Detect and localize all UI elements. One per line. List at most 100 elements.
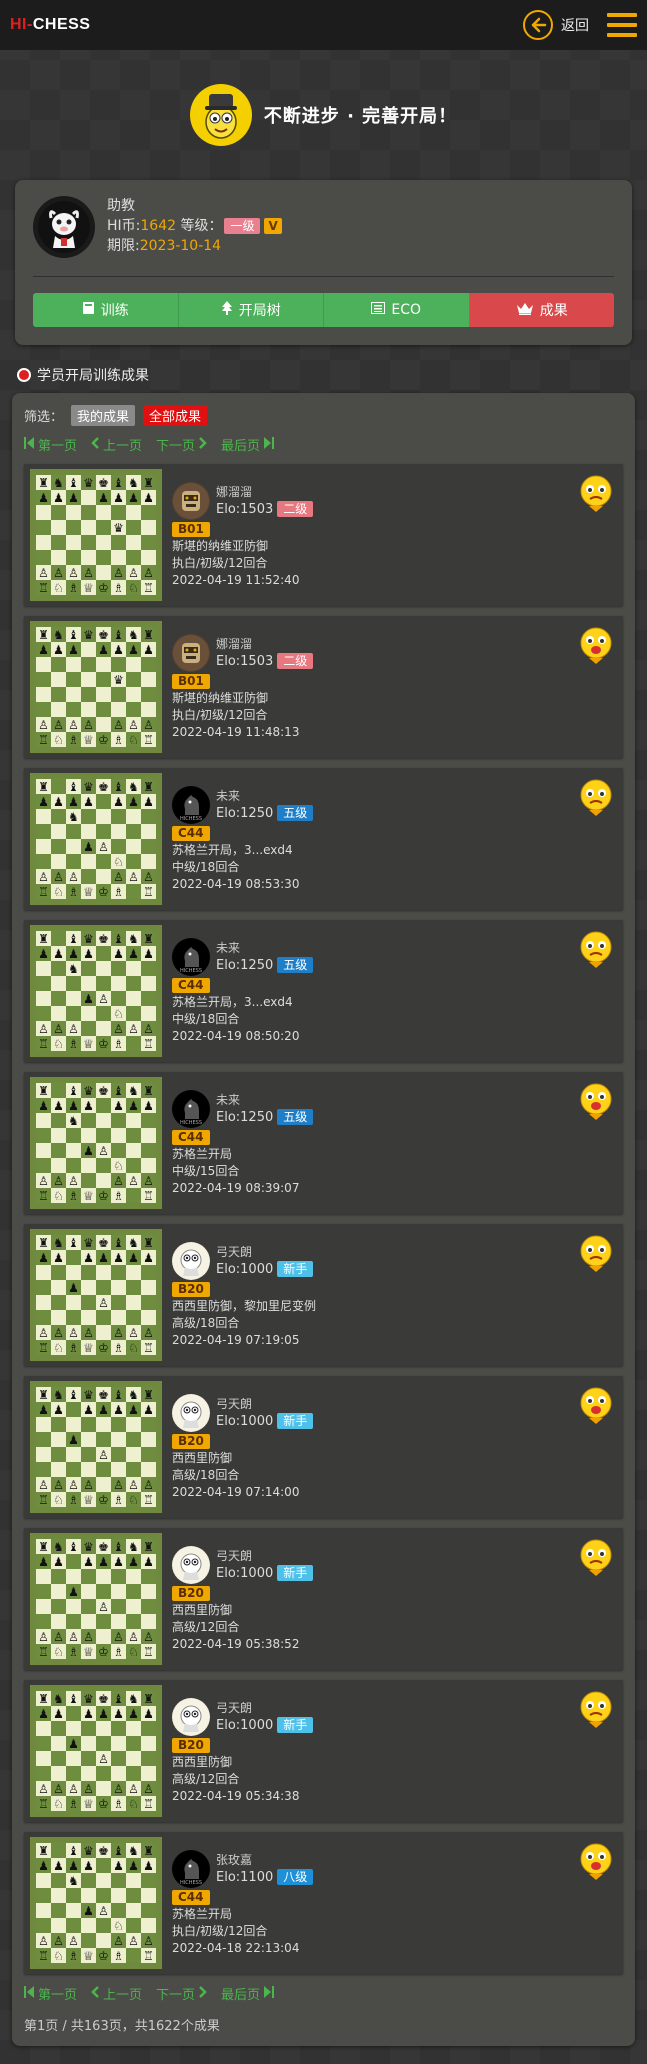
game-detail: 高级/18回合 (172, 1467, 240, 1482)
chess-board-thumbnail[interactable]: ♜ ♞ ♝ ♛ ♚ ♝ ♞ ♜ ♟ ♟ ♟ ♟ ♟ ♟ ♟ ♟ ♙ ♙ ♙ ♙ ♙ ♙ ♙ ♙ ♖ ♘ ♗ ♕ ♔ ♗ ♘ ♖ (30, 1229, 162, 1361)
board-square: ♙ (51, 717, 66, 732)
board-square (51, 1083, 66, 1098)
board-square (36, 687, 51, 702)
board-square (141, 1766, 156, 1781)
board-square (96, 1325, 111, 1340)
board-square (96, 854, 111, 869)
last-page-link-bottom[interactable]: 最后页 (221, 1984, 275, 2003)
board-square (141, 1599, 156, 1614)
filter-all-chip[interactable]: 全部成果 (143, 404, 208, 426)
board-square (36, 1721, 51, 1736)
board-square: ♔ (96, 1340, 111, 1355)
next-page-link-bottom[interactable]: 下一页 (156, 1984, 207, 2003)
board-square (81, 1873, 96, 1888)
first-page-link-bottom[interactable]: 第一页 (24, 1984, 77, 2003)
board-square (126, 1265, 141, 1280)
tab-opening-tree[interactable]: 开局树 (178, 293, 324, 327)
game-result-item[interactable]: ♜ ♞ ♝ ♛ ♚ ♝ ♞ ♜ ♟ ♟ ♟ ♟ ♟ ♟ ♟ ♟ ♙ ♙ ♙ ♙ ♙ ♙ ♙ ♙ ♖ ♘ ♗ ♕ ♔ ♗ ♘ ♖ 弓天朗 Elo… (24, 1680, 623, 1822)
board-square: ♟ (111, 1706, 126, 1721)
board-square (36, 1310, 51, 1325)
tab-training[interactable]: 训练 (33, 293, 179, 327)
game-result-item[interactable]: ♜ ♝ ♛ ♚ ♝ ♞ ♜ ♟ ♟ ♟ ♟ ♟ ♟ ♟ ♞ ♟ ♙ ♘ ♙ ♙ ♙ ♙ ♙ ♙ ♖ ♘ ♗ ♕ ♔ ♗ ♖ HICHESS … (24, 1072, 623, 1214)
game-result-item[interactable]: ♜ ♝ ♛ ♚ ♝ ♞ ♜ ♟ ♟ ♟ ♟ ♟ ♟ ♟ ♞ ♟ ♙ ♘ ♙ ♙ ♙ ♙ ♙ ♙ ♖ ♘ ♗ ♕ ♔ ♗ ♖ HICHESS … (24, 920, 623, 1062)
board-square (126, 520, 141, 535)
board-square (51, 1903, 66, 1918)
board-square: ♟ (36, 1706, 51, 1721)
game-result-item[interactable]: ♜ ♞ ♝ ♛ ♚ ♝ ♞ ♜ ♟ ♟ ♟ ♟ ♟ ♟ ♟ ♟ ♙ ♙ ♙ ♙ ♙ ♙ ♙ ♙ ♖ ♘ ♗ ♕ ♔ ♗ ♘ ♖ 弓天朗 Elo… (24, 1528, 623, 1670)
happy-face-icon (579, 1386, 613, 1426)
board-square: ♜ (141, 1691, 156, 1706)
chess-board-thumbnail[interactable]: ♜ ♞ ♝ ♛ ♚ ♝ ♞ ♜ ♟ ♟ ♟ ♟ ♟ ♟ ♟ ♟ ♙ ♙ ♙ ♙ ♙ ♙ ♙ ♙ ♖ ♘ ♗ ♕ ♔ ♗ ♘ ♖ (30, 1685, 162, 1817)
game-result-item[interactable]: ♜ ♝ ♛ ♚ ♝ ♞ ♜ ♟ ♟ ♟ ♟ ♟ ♟ ♟ ♞ ♟ ♙ ♘ ♙ ♙ ♙ ♙ ♙ ♙ ♖ ♘ ♗ ♕ ♔ ♗ ♖ HICHESS … (24, 768, 623, 910)
filter-mine-chip[interactable]: 我的成果 (71, 404, 136, 426)
logo[interactable]: HI-CHESS (10, 16, 90, 34)
board-square: ♙ (36, 1781, 51, 1796)
player-avatar[interactable]: HICHESS (172, 937, 210, 976)
board-square: ♘ (126, 580, 141, 595)
board-square: ♙ (141, 565, 156, 580)
chess-board-thumbnail[interactable]: ♜ ♝ ♛ ♚ ♝ ♞ ♜ ♟ ♟ ♟ ♟ ♟ ♟ ♟ ♞ ♟ ♙ ♘ ♙ ♙ ♙ ♙ ♙ ♙ ♖ ♘ ♗ ♕ ♔ ♗ ♖ (30, 1077, 162, 1209)
player-avatar[interactable] (172, 1241, 210, 1280)
board-square: ♗ (111, 884, 126, 899)
book-icon (82, 301, 95, 319)
board-square (66, 991, 81, 1006)
tab-eco[interactable]: ECO (324, 293, 470, 327)
game-result-item[interactable]: ♜ ♞ ♝ ♛ ♚ ♝ ♞ ♜ ♟ ♟ ♟ ♟ ♟ ♟ ♟ ♟ ♙ ♙ ♙ ♙ ♙ ♙ ♙ ♙ ♖ ♘ ♗ ♕ ♔ ♗ ♘ ♖ 弓天朗 Elo… (24, 1224, 623, 1366)
board-square (36, 1873, 51, 1888)
board-square (36, 1584, 51, 1599)
board-square: ♙ (126, 1629, 141, 1644)
first-page-link[interactable]: 第一页 (24, 435, 77, 454)
board-square: ♛ (81, 1539, 96, 1554)
board-square (96, 1128, 111, 1143)
board-square (36, 1751, 51, 1766)
board-square: ♕ (81, 1188, 96, 1203)
player-avatar[interactable] (172, 1393, 210, 1432)
chess-board-thumbnail[interactable]: ♜ ♞ ♝ ♛ ♚ ♝ ♞ ♜ ♟ ♟ ♟ ♟ ♟ ♟ ♟ ♛ ♙ ♙ ♙ ♙ ♙ ♙ ♙ ♖ ♘ ♗ ♕ ♔ ♗ ♘ ♖ (30, 621, 162, 753)
player-avatar[interactable]: HICHESS (172, 785, 210, 824)
chess-board-thumbnail[interactable]: ♜ ♞ ♝ ♛ ♚ ♝ ♞ ♜ ♟ ♟ ♟ ♟ ♟ ♟ ♟ ♟ ♙ ♙ ♙ ♙ ♙ ♙ ♙ ♙ ♖ ♘ ♗ ♕ ♔ ♗ ♘ ♖ (30, 1533, 162, 1665)
chess-board-thumbnail[interactable]: ♜ ♝ ♛ ♚ ♝ ♞ ♜ ♟ ♟ ♟ ♟ ♟ ♟ ♟ ♞ ♟ ♙ ♘ ♙ ♙ ♙ ♙ ♙ ♙ ♖ ♘ ♗ ♕ ♔ ♗ ♖ (30, 925, 162, 1057)
board-square: ♟ (141, 1706, 156, 1721)
player-avatar[interactable] (172, 1545, 210, 1584)
user-avatar[interactable] (33, 196, 95, 258)
chess-board-thumbnail[interactable]: ♜ ♞ ♝ ♛ ♚ ♝ ♞ ♜ ♟ ♟ ♟ ♟ ♟ ♟ ♟ ♛ ♙ ♙ ♙ ♙ ♙ ♙ ♙ ♖ ♘ ♗ ♕ ♔ ♗ ♘ ♖ (30, 469, 162, 601)
board-square: ♘ (51, 1644, 66, 1659)
player-avatar[interactable]: HICHESS (172, 1089, 210, 1128)
board-square (126, 1888, 141, 1903)
chess-board-thumbnail[interactable]: ♜ ♞ ♝ ♛ ♚ ♝ ♞ ♜ ♟ ♟ ♟ ♟ ♟ ♟ ♟ ♟ ♙ ♙ ♙ ♙ ♙ ♙ ♙ ♙ ♖ ♘ ♗ ♕ ♔ ♗ ♘ ♖ (30, 1381, 162, 1513)
prev-page-link[interactable]: 上一页 (91, 435, 142, 454)
game-result-item[interactable]: ♜ ♝ ♛ ♚ ♝ ♞ ♜ ♟ ♟ ♟ ♟ ♟ ♟ ♟ ♞ ♟ ♙ ♘ ♙ ♙ ♙ ♙ ♙ ♙ ♖ ♘ ♗ ♕ ♔ ♗ ♖ HICHESS … (24, 1832, 623, 1974)
next-page-link[interactable]: 下一页 (156, 435, 207, 454)
board-square: ♞ (66, 1873, 81, 1888)
last-page-link[interactable]: 最后页 (221, 435, 275, 454)
board-square: ♗ (66, 1340, 81, 1355)
board-square (126, 535, 141, 550)
player-avatar[interactable] (172, 1697, 210, 1736)
player-name: 弓天朗 (216, 1396, 253, 1411)
game-result-item[interactable]: ♜ ♞ ♝ ♛ ♚ ♝ ♞ ♜ ♟ ♟ ♟ ♟ ♟ ♟ ♟ ♛ ♙ ♙ ♙ ♙ ♙ ♙ ♙ ♖ ♘ ♗ ♕ ♔ ♗ ♘ ♖ 娜溜溜 Elo:… (24, 616, 623, 758)
back-button[interactable]: 返回 (523, 10, 589, 40)
board-square: ♟ (51, 1250, 66, 1265)
board-square (96, 946, 111, 961)
board-square: ♜ (36, 1539, 51, 1554)
hamburger-menu-icon[interactable] (607, 13, 637, 37)
board-square: ♖ (36, 580, 51, 595)
tab-results[interactable]: 成果 (469, 293, 614, 327)
game-result-item[interactable]: ♜ ♞ ♝ ♛ ♚ ♝ ♞ ♜ ♟ ♟ ♟ ♟ ♟ ♟ ♟ ♟ ♙ ♙ ♙ ♙ ♙ ♙ ♙ ♙ ♖ ♘ ♗ ♕ ♔ ♗ ♘ ♖ 弓天朗 Elo… (24, 1376, 623, 1518)
chess-board-thumbnail[interactable]: ♜ ♝ ♛ ♚ ♝ ♞ ♜ ♟ ♟ ♟ ♟ ♟ ♟ ♟ ♞ ♟ ♙ ♘ ♙ ♙ ♙ ♙ ♙ ♙ ♖ ♘ ♗ ♕ ♔ ♗ ♖ (30, 1837, 162, 1969)
player-avatar[interactable]: HICHESS (172, 1849, 210, 1888)
board-square (126, 976, 141, 991)
board-square (66, 1462, 81, 1477)
board-square: ♔ (96, 1948, 111, 1963)
game-result-item[interactable]: ♜ ♞ ♝ ♛ ♚ ♝ ♞ ♜ ♟ ♟ ♟ ♟ ♟ ♟ ♟ ♛ ♙ ♙ ♙ ♙ ♙ ♙ ♙ ♖ ♘ ♗ ♕ ♔ ♗ ♘ ♖ 娜溜溜 Elo:… (24, 464, 623, 606)
board-square: ♘ (51, 1188, 66, 1203)
opening-name: 苏格兰开局，3...exd4 (172, 842, 293, 857)
board-square: ♗ (111, 1948, 126, 1963)
chess-board-thumbnail[interactable]: ♜ ♝ ♛ ♚ ♝ ♞ ♜ ♟ ♟ ♟ ♟ ♟ ♟ ♟ ♞ ♟ ♙ ♘ ♙ ♙ ♙ ♙ ♙ ♙ ♖ ♘ ♗ ♕ ♔ ♗ ♖ (30, 773, 162, 905)
player-grade-badge: 五级 (277, 805, 314, 821)
player-avatar[interactable] (172, 481, 210, 520)
board-square (51, 779, 66, 794)
prev-page-link-bottom[interactable]: 上一页 (91, 1984, 142, 2003)
player-avatar[interactable] (172, 633, 210, 672)
board-square: ♗ (66, 1188, 81, 1203)
